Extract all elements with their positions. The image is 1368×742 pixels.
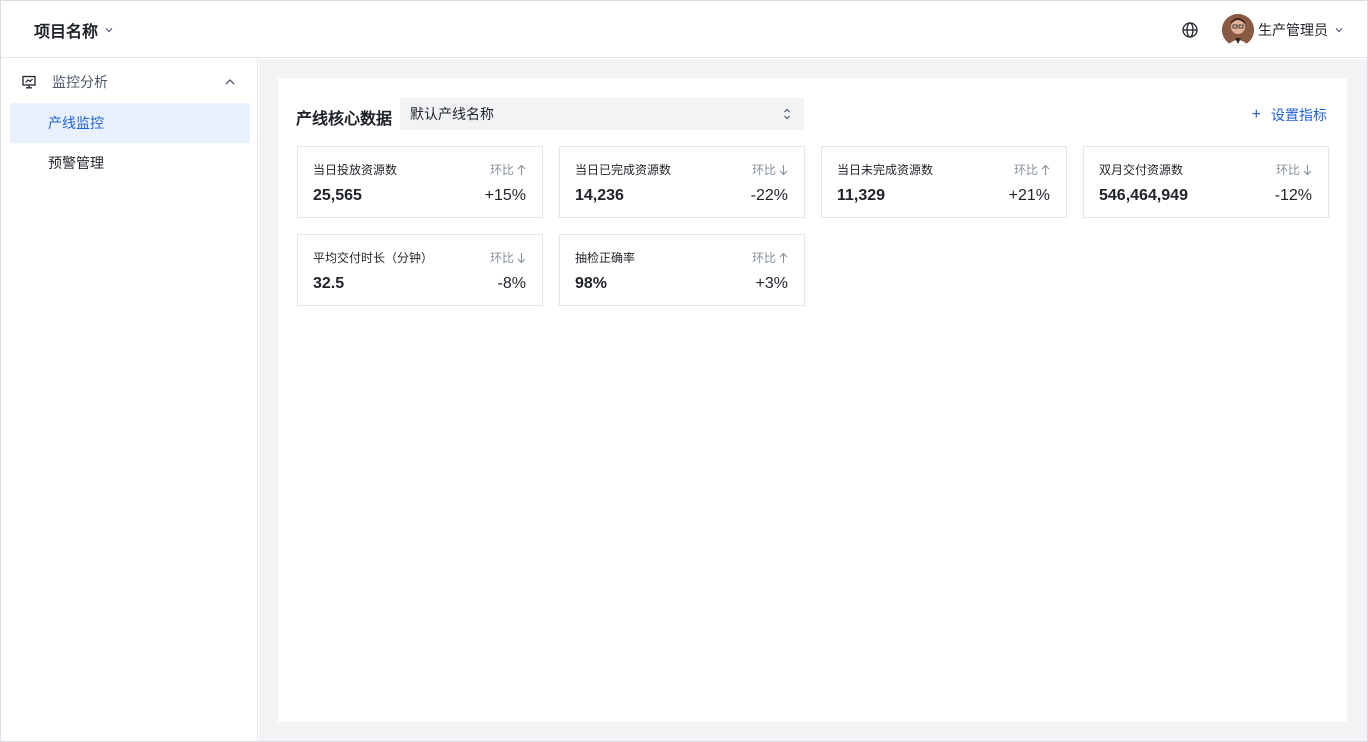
- avatar: [1222, 14, 1254, 46]
- metric-label: 当日投放资源数: [313, 163, 398, 177]
- metric-value: 14,236: [575, 187, 624, 204]
- metric-card[interactable]: 抽检正确率 环比 98% +3%: [559, 234, 805, 306]
- metric-value: 98%: [575, 275, 608, 292]
- metric-card[interactable]: 当日已完成资源数 环比 14,236 -22%: [559, 146, 805, 218]
- metric-card[interactable]: 当日未完成资源数 环比 11,329 +21%: [821, 146, 1067, 218]
- project-title: 项目名称: [34, 24, 99, 41]
- metric-label: 当日已完成资源数: [575, 163, 672, 177]
- plus-icon: +: [1251, 106, 1261, 123]
- arrow-down-icon: [779, 164, 788, 175]
- metric-compare-label: 环比: [489, 163, 514, 177]
- metric-compare: 环比: [1014, 161, 1050, 178]
- top-header: 项目名称 生产管理员: [1, 1, 1367, 58]
- set-metrics-label: 设置指标: [1271, 107, 1327, 123]
- metric-label: 平均交付时长（分钟）: [313, 251, 434, 265]
- line-select[interactable]: 默认产线名称: [400, 98, 804, 130]
- sidebar-item-label: 产线监控: [48, 115, 104, 131]
- globe-icon[interactable]: [1181, 21, 1199, 39]
- metric-value: 32.5: [313, 275, 345, 292]
- chevron-down-icon: [105, 28, 113, 33]
- arrow-down-icon: [1303, 164, 1312, 175]
- metric-compare: 环比: [1276, 161, 1312, 178]
- metric-value: 11,329: [837, 187, 886, 204]
- project-switcher[interactable]: 项目名称: [34, 19, 114, 41]
- metric-compare: 环比: [752, 249, 788, 266]
- metric-compare-label: 环比: [751, 251, 776, 265]
- metric-label: 双月交付资源数: [1099, 163, 1184, 177]
- metric-card[interactable]: 平均交付时长（分钟） 环比 32.5 -8%: [297, 234, 543, 306]
- sidebar-group-monitoring[interactable]: 监控分析: [10, 62, 250, 102]
- metric-compare-label: 环比: [489, 251, 514, 265]
- main-panel: 产线核心数据 默认产线名称 + 设置指标 当日投放资源数 环比 25,565 +…: [278, 78, 1347, 722]
- sidebar-group-label: 监控分析: [52, 74, 108, 90]
- metric-card[interactable]: 当日投放资源数 环比 25,565 +15%: [297, 146, 543, 218]
- metric-value: 25,565: [313, 187, 362, 204]
- user-name: 生产管理员: [1258, 22, 1328, 38]
- metric-value: 546,464,949: [1099, 187, 1188, 204]
- metric-card[interactable]: 双月交付资源数 环比 546,464,949 -12%: [1083, 146, 1329, 218]
- metric-percent: +3%: [755, 275, 788, 292]
- arrow-up-icon: [1041, 164, 1050, 175]
- metric-label: 抽检正确率: [575, 251, 636, 265]
- sort-arrows-icon: [784, 108, 790, 120]
- set-metrics-button[interactable]: + 设置指标: [1252, 105, 1327, 125]
- metric-percent: -22%: [750, 187, 788, 204]
- monitor-chart-icon: [22, 75, 36, 89]
- chevron-down-icon: [1335, 28, 1343, 33]
- metric-compare-label: 环比: [751, 163, 776, 177]
- metric-compare: 环比: [752, 161, 788, 178]
- avatar-photo-icon: [1222, 14, 1254, 46]
- metric-label: 当日未完成资源数: [837, 163, 934, 177]
- metric-percent: -12%: [1274, 187, 1312, 204]
- metric-compare: 环比: [490, 249, 526, 266]
- chevron-up-icon: [225, 79, 235, 85]
- metric-compare: 环比: [490, 161, 526, 178]
- sidebar: 监控分析 产线监控 预警管理: [1, 58, 258, 741]
- sidebar-item-line-monitoring[interactable]: 产线监控: [10, 103, 250, 143]
- line-select-value: 默认产线名称: [410, 106, 494, 122]
- section-title: 产线核心数据: [296, 111, 393, 128]
- sidebar-item-label: 预警管理: [48, 155, 104, 171]
- metric-compare-label: 环比: [1013, 163, 1038, 177]
- sidebar-item-alert-management[interactable]: 预警管理: [10, 143, 250, 183]
- arrow-up-icon: [517, 164, 526, 175]
- app-frame: 项目名称 生产管理员 监控分析 产线监控 预警管理 产线核心数据 默认产线名称 …: [0, 0, 1368, 742]
- metric-percent: +21%: [1008, 187, 1050, 204]
- arrow-up-icon: [779, 252, 788, 263]
- metric-percent: -8%: [497, 275, 526, 292]
- metric-percent: +15%: [484, 187, 526, 204]
- metric-compare-label: 环比: [1275, 163, 1300, 177]
- user-menu[interactable]: 生产管理员: [1222, 14, 1344, 46]
- arrow-down-icon: [517, 252, 526, 263]
